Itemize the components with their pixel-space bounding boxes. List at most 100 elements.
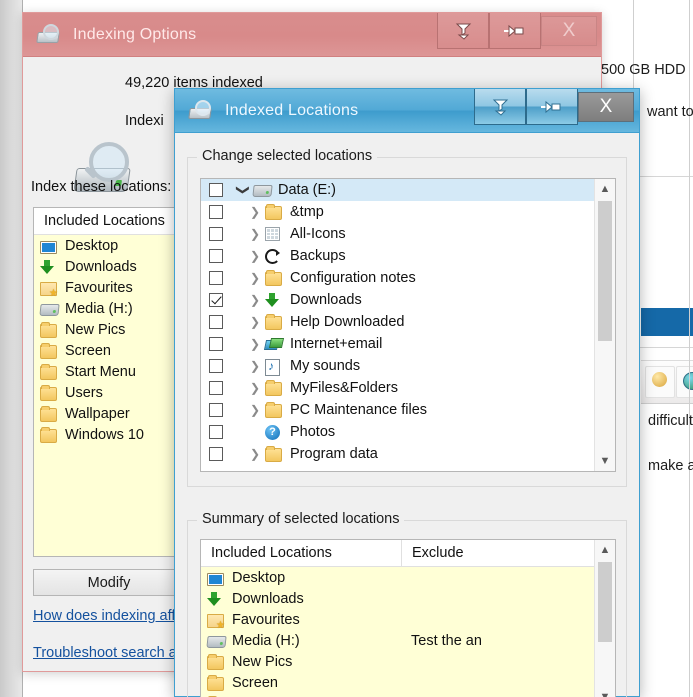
background-text: 500 GB HDD [601,62,686,78]
locations-treeview[interactable]: ❯ Data (E:) ❯ &tmp ❯ All-Icons ❯ Backups ❯ Config… [200,178,616,472]
summary-of-selected-locations-label: Summary of selected locations [197,511,405,527]
tree-row[interactable]: ❯ All-Icons [201,223,594,245]
tree-row-label: Backups [290,247,346,264]
tree-row[interactable]: ❯ My sounds [201,355,594,377]
tree-row[interactable]: ❯ Internet+email [201,333,594,355]
folder-icon [207,653,225,670]
checkbox[interactable] [209,337,223,351]
included-location-cell: Desktop [201,570,401,586]
scroll-down-arrow[interactable]: ▼ [595,451,615,471]
folder-icon [40,405,58,422]
background-selected-row [641,308,693,336]
scroll-down-arrow[interactable]: ▼ [595,687,615,697]
tree-row[interactable]: ❯ Backups [201,245,594,267]
backup-refresh-icon [265,248,283,264]
summary-body: Desktop Downloads Favourites Media (H:) Test… [201,567,615,697]
checkbox[interactable] [209,205,223,219]
scrollbar-thumb[interactable] [598,201,612,341]
table-row[interactable]: Start Menu [201,693,615,697]
drive-icon [206,633,227,649]
tree-row-label: MyFiles&Folders [290,379,398,396]
checkbox[interactable] [209,293,223,307]
folder-icon [207,674,225,691]
chevron-right-icon[interactable]: ❯ [247,403,263,417]
tree-row[interactable]: ❯ Data (E:) [201,179,594,201]
checkbox[interactable] [209,403,223,417]
included-location-cell: New Pics [201,653,401,670]
column-header-exclude: Exclude [401,540,576,566]
indexing-options-titlebar[interactable]: Indexing Options 4 ××× × X [23,13,601,57]
treeview-rows: ❯ Data (E:) ❯ &tmp ❯ All-Icons ❯ Backups ❯ Config… [201,179,594,471]
exclude-cell: Test the an [411,632,482,649]
indexing-options-titlebar-buttons[interactable]: X [437,13,601,49]
scroll-up-arrow[interactable]: ▲ [595,540,615,560]
checkbox[interactable] [209,447,223,461]
checkbox[interactable] [209,359,223,373]
filter-button[interactable] [474,89,526,125]
tree-row[interactable]: ❯ &tmp [201,201,594,223]
table-row[interactable]: New Pics [201,651,615,672]
table-row[interactable]: Favourites [201,609,615,631]
tree-row[interactable]: ❯ PC Maintenance files [201,399,594,421]
chevron-right-icon[interactable]: ❯ [247,205,263,219]
included-location-cell: Media (H:) [201,633,401,649]
close-button[interactable]: X [541,16,597,46]
checkbox[interactable] [209,227,223,241]
scroll-up-arrow[interactable]: ▲ [595,179,615,199]
sound-file-icon [265,358,283,376]
chevron-right-icon[interactable]: ❯ [247,293,263,307]
tree-row[interactable]: ❯ Program data [201,443,594,465]
folder-icon [40,384,58,401]
chevron-right-icon[interactable]: ❯ [247,227,263,241]
chevron-right-icon[interactable]: ❯ [247,315,263,329]
chevron-right-icon[interactable]: ❯ [247,359,263,373]
checkbox[interactable] [209,271,223,285]
indexing-icon [36,23,60,46]
indexing-options-title: Indexing Options [73,25,197,43]
folder-icon [40,321,58,338]
checkbox[interactable] [209,315,223,329]
change-selected-locations-group: Change selected locations ❯ Data (E:) ❯ &tm… [187,148,627,487]
favourites-icon [207,612,225,631]
tree-row-label: Downloads [290,291,362,308]
indexed-locations-window[interactable]: Indexed Locations X Change selected loca [174,88,640,697]
indexed-locations-body: Change selected locations ❯ Data (E:) ❯ &tm… [175,133,639,697]
summary-vertical-scrollbar[interactable]: ▲ ▼ [594,540,615,697]
chevron-right-icon[interactable]: ❯ [247,249,263,263]
included-location-label: Favourites [232,611,300,628]
indexed-locations-titlebar[interactable]: Indexed Locations X [175,89,639,133]
modify-button[interactable]: Modify [33,569,185,596]
chevron-right-icon[interactable]: ❯ [247,381,263,395]
table-row[interactable]: Desktop [201,567,615,588]
checkbox[interactable] [209,183,223,197]
list-item-label: Desktop [65,237,119,254]
troubleshoot-link[interactable]: Troubleshoot search an [33,645,185,661]
indexed-locations-titlebar-buttons[interactable]: X [474,89,639,125]
tree-row[interactable]: ? Photos [201,421,594,443]
chevron-right-icon[interactable]: ❯ [247,337,263,351]
chevron-right-icon[interactable]: ❯ [247,271,263,285]
scrollbar-thumb[interactable] [598,562,612,642]
table-row[interactable]: Screen [201,672,615,693]
table-row[interactable]: Media (H:) Test the an [201,630,615,651]
summary-listview[interactable]: Included Locations Exclude Desktop Downlo… [200,539,616,697]
included-location-label: Desktop [232,569,286,586]
treeview-vertical-scrollbar[interactable]: ▲ ▼ [594,179,615,471]
chevron-right-icon[interactable]: ❯ [247,447,263,461]
tree-row[interactable]: ❯ MyFiles&Folders [201,377,594,399]
close-button[interactable]: X [578,92,634,122]
pin-button[interactable] [526,89,578,125]
pin-button[interactable] [489,13,541,49]
checkbox[interactable] [209,425,223,439]
filter-button[interactable] [437,13,489,49]
checkbox[interactable] [209,249,223,263]
chevron-down-icon[interactable]: ❯ [235,182,251,198]
checkbox[interactable] [209,381,223,395]
table-row[interactable]: Downloads [201,588,615,609]
tree-row[interactable]: ❯ Downloads [201,289,594,311]
tree-row[interactable]: ❯ Help Downloaded [201,311,594,333]
tree-row[interactable]: ❯ Configuration notes [201,267,594,289]
indexing-help-link[interactable]: How does indexing affe [33,608,183,624]
network-icon [265,336,283,352]
folder-icon [265,204,283,220]
